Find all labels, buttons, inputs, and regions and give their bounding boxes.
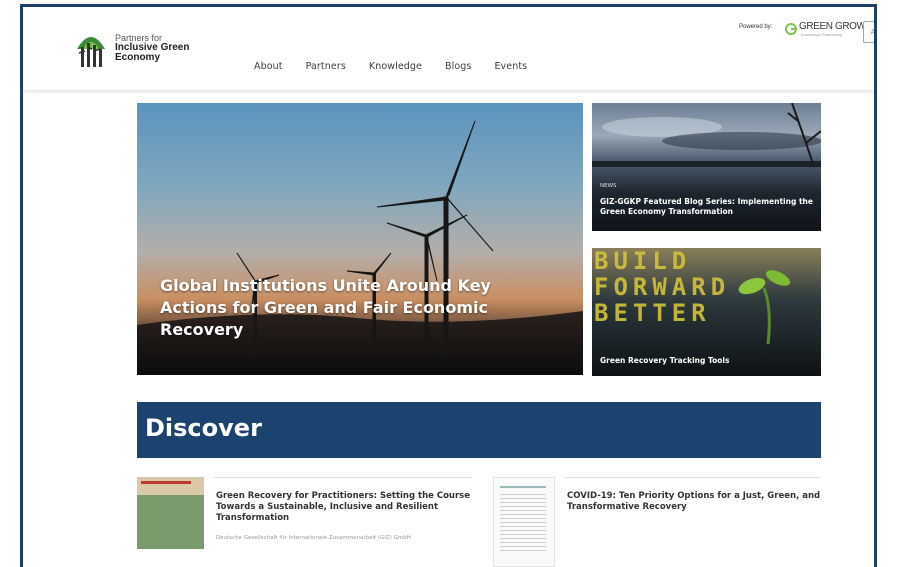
tree-logo-icon xyxy=(77,37,105,67)
report-cover-thumbnail[interactable] xyxy=(137,477,204,549)
discover-banner: Discover xyxy=(137,402,821,458)
nav-about[interactable]: About xyxy=(254,61,283,72)
main-nav: About Partners Knowledge Blogs Events xyxy=(254,61,550,72)
card-title-tracking-tools[interactable]: Green Recovery Tracking Tools xyxy=(600,356,815,366)
ggkp-leaf-icon xyxy=(785,23,797,35)
document-thumbnail[interactable] xyxy=(493,477,555,567)
nav-blogs[interactable]: Blogs xyxy=(445,61,471,72)
hero-feature[interactable]: Global Institutions Unite Around Key Act… xyxy=(137,103,583,375)
logo-wordmark: Partners for Inclusive Green Economy xyxy=(115,33,189,63)
hero-title[interactable]: Global Institutions Unite Around Key Act… xyxy=(160,275,520,341)
card-title-blog-series[interactable]: GIZ-GGKP Featured Blog Series: Implement… xyxy=(600,197,815,217)
discover-item-publisher: Deutsche Gesellschaft für Internationale… xyxy=(216,535,411,541)
green-growth-tagline: Knowledge Partnership xyxy=(801,32,843,37)
nav-knowledge[interactable]: Knowledge xyxy=(369,61,422,72)
nav-events[interactable]: Events xyxy=(494,61,527,72)
divider xyxy=(565,477,821,478)
news-card-blog-series[interactable]: NEWS GIZ-GGKP Featured Blog Series: Impl… xyxy=(592,103,821,231)
divider xyxy=(214,477,471,478)
news-card-tracking-tools[interactable]: BUILD FORWARD BETTER Green Recovery Trac… xyxy=(592,248,821,376)
page-frame: Partners for Inclusive Green Economy Abo… xyxy=(20,4,877,567)
discover-item-title[interactable]: COVID-19: Ten Priority Options for a Jus… xyxy=(567,491,823,513)
nav-partners[interactable]: Partners xyxy=(306,61,346,72)
powered-by-label: Powered by: xyxy=(739,24,773,30)
site-header: Partners for Inclusive Green Economy Abo… xyxy=(23,7,874,91)
translate-icon[interactable]: A xyxy=(863,21,874,43)
site-logo[interactable]: Partners for Inclusive Green Economy xyxy=(73,27,193,73)
logo-line-3: Economy xyxy=(115,52,161,63)
discover-item-title[interactable]: Green Recovery for Practitioners: Settin… xyxy=(216,491,474,524)
card-tag-news: NEWS xyxy=(600,183,617,189)
discover-heading: Discover xyxy=(145,414,262,442)
